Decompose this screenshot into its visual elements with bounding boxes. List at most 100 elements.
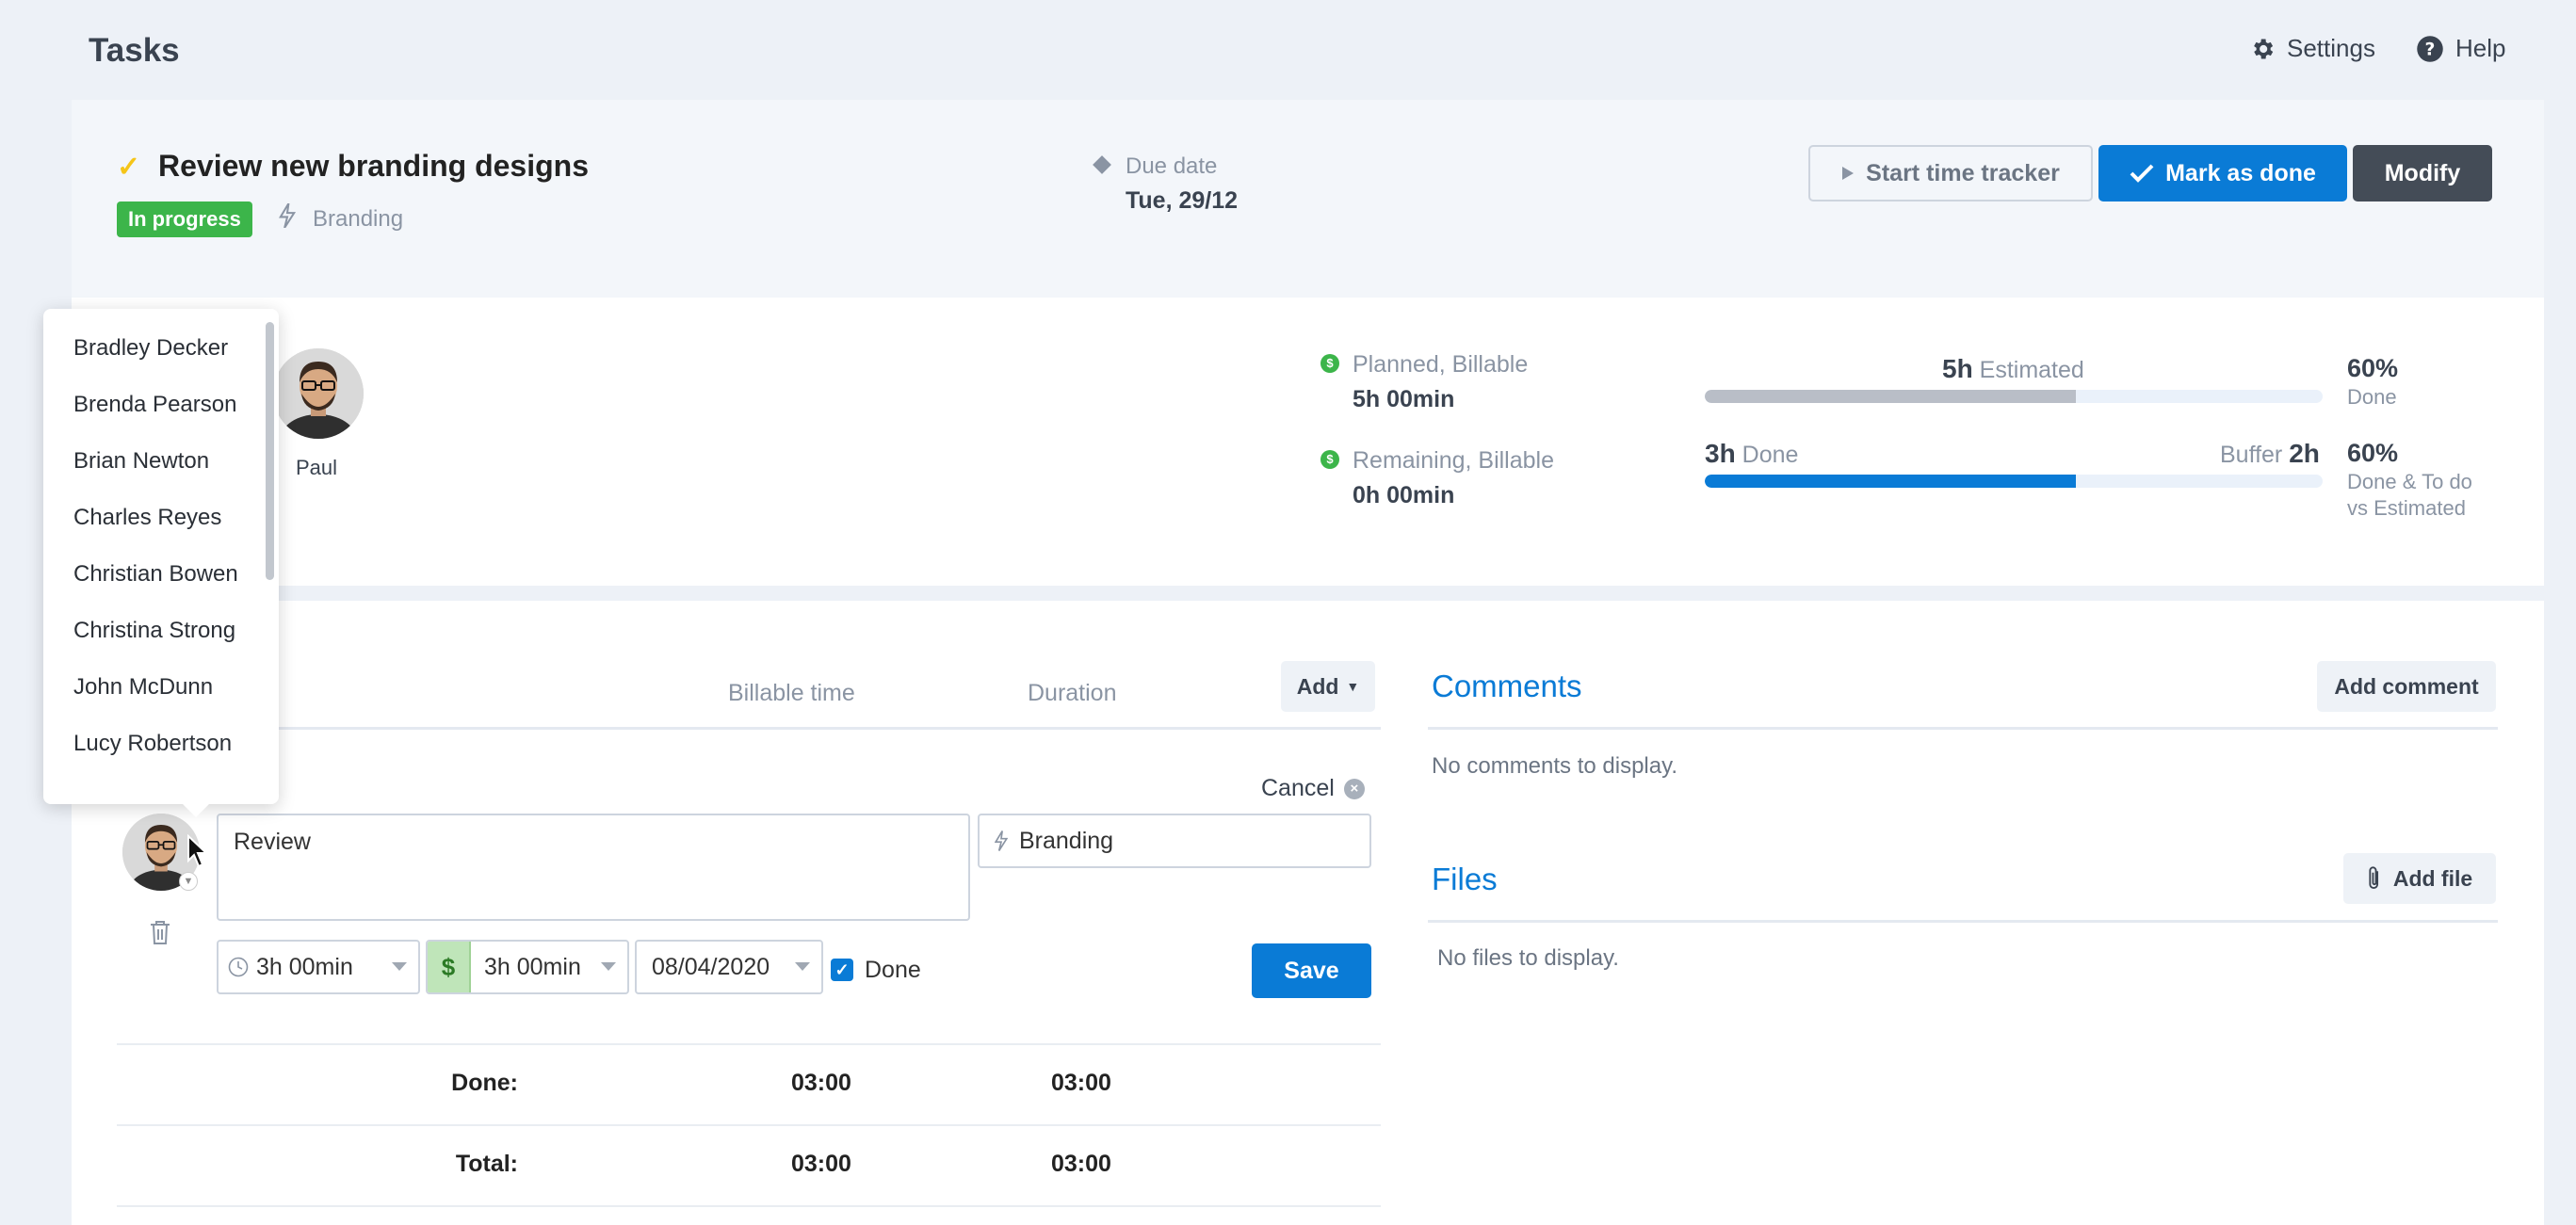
remaining-label: Remaining, Billable xyxy=(1353,447,1555,474)
dropdown-item[interactable]: John McDunn xyxy=(73,674,213,701)
cancel-label: Cancel xyxy=(1261,775,1335,801)
divider xyxy=(117,1205,1381,1207)
billable-time-select[interactable]: $ 3h 00min xyxy=(426,940,629,994)
gear-icon xyxy=(2254,39,2274,58)
summary-total-billable: 03:00 xyxy=(791,1151,851,1177)
trash-icon[interactable] xyxy=(149,919,171,945)
comments-empty-text: No comments to display. xyxy=(1432,753,1677,779)
bolt-icon xyxy=(995,830,1008,851)
divider xyxy=(117,1043,1381,1045)
done-bar xyxy=(1705,475,2323,488)
project-input-value: Branding xyxy=(1019,827,1114,854)
estimated-bar xyxy=(1705,390,2323,403)
summary-total-duration: 03:00 xyxy=(1051,1151,1111,1177)
summary-done-duration: 03:00 xyxy=(1051,1070,1111,1096)
paperclip-icon xyxy=(2369,866,2378,890)
billable-toggle[interactable]: $ xyxy=(428,942,471,992)
date-select[interactable]: 08/04/2020 xyxy=(635,940,823,994)
divider xyxy=(1428,920,2498,923)
help-icon: ? xyxy=(2417,35,2443,62)
estimated-bar-fill xyxy=(1705,390,2076,403)
add-entry-label: Add xyxy=(1296,673,1339,699)
add-file-label: Add file xyxy=(2392,865,2473,891)
due-date-value: Tue, 29/12 xyxy=(1126,187,1239,214)
billable-value: 3h 00min xyxy=(484,953,581,980)
settings-label: Settings xyxy=(2287,34,2375,62)
modify-button[interactable]: Modify xyxy=(2353,145,2492,201)
estimated-caption: 5h Estimated xyxy=(1942,354,2084,384)
dollar-icon: $ xyxy=(1320,450,1339,469)
divider xyxy=(117,727,1381,730)
project-input[interactable]: Branding xyxy=(978,814,1371,868)
pct-done: 60% xyxy=(2347,354,2399,382)
caret-down-icon: ▼ xyxy=(1346,679,1360,694)
due-date-label: Due date xyxy=(1126,153,1218,179)
dropdown-scrollbar[interactable] xyxy=(266,322,274,580)
mark-done-button[interactable]: Mark as done xyxy=(2098,145,2347,201)
done-caption-label: Done xyxy=(1742,442,1799,468)
cancel-button[interactable]: Cancel × xyxy=(1261,775,1365,802)
caret-down-icon xyxy=(795,962,810,971)
planned-value: 5h 00min xyxy=(1353,386,1455,412)
add-comment-button[interactable]: Add comment xyxy=(2317,661,2496,712)
person-avatar-image xyxy=(273,348,364,439)
stats-card xyxy=(72,298,2544,586)
summary-done-label: Done: xyxy=(451,1070,518,1096)
add-entry-button[interactable]: Add ▼ xyxy=(1281,661,1375,712)
divider xyxy=(1428,727,2498,730)
done-checkbox-label[interactable]: Done xyxy=(865,957,921,984)
done-value: 3h xyxy=(1705,439,1736,468)
clock-icon xyxy=(228,957,249,977)
user-dropdown: Bradley Decker Brenda Pearson Brian Newt… xyxy=(43,309,279,817)
dropdown-item[interactable]: Christina Strong xyxy=(73,618,235,644)
save-button[interactable]: Save xyxy=(1252,943,1371,998)
close-icon: × xyxy=(1343,778,1365,799)
dollar-icon: $ xyxy=(1320,354,1339,373)
settings-link[interactable]: Settings xyxy=(2249,34,2375,63)
pct-todo: 60% xyxy=(2347,439,2399,467)
description-input[interactable]: Review xyxy=(217,814,970,921)
dropdown-item[interactable]: Christian Bowen xyxy=(73,561,238,588)
help-label: Help xyxy=(2455,34,2506,62)
start-tracker-button[interactable]: Start time tracker xyxy=(1808,145,2093,201)
done-bar-fill xyxy=(1705,475,2076,488)
estimated-label: Estimated xyxy=(1979,357,2084,383)
app-title: Tasks xyxy=(89,32,180,69)
avatar[interactable] xyxy=(273,348,364,439)
remaining-value: 0h 00min xyxy=(1353,482,1455,508)
dropdown-item[interactable]: Brenda Pearson xyxy=(73,392,236,418)
column-header-duration: Duration xyxy=(1028,680,1117,706)
dropdown-item[interactable]: Brian Newton xyxy=(73,448,209,475)
summary-total-label: Total: xyxy=(455,1151,518,1177)
checkmark-icon xyxy=(2130,164,2154,183)
files-heading: Files xyxy=(1432,862,1498,896)
mark-done-label: Mark as done xyxy=(2165,159,2316,186)
buffer-value: 2h xyxy=(2289,439,2320,468)
bolt-icon xyxy=(279,203,296,228)
pct-todo-label: Done & To do xyxy=(2347,470,2472,493)
date-value: 08/04/2020 xyxy=(652,953,770,980)
divider xyxy=(117,1124,1381,1126)
comments-heading: Comments xyxy=(1432,669,1582,703)
chevron-down-icon[interactable]: ▼ xyxy=(179,872,198,891)
pct-done-label: Done xyxy=(2347,385,2397,409)
project-name[interactable]: Branding xyxy=(313,206,403,233)
help-link[interactable]: ? Help xyxy=(2416,34,2505,63)
buffer-caption: Buffer 2h xyxy=(2220,439,2320,469)
mouse-cursor-icon xyxy=(187,834,209,868)
dropdown-item[interactable]: Charles Reyes xyxy=(73,505,221,531)
play-icon xyxy=(1842,167,1855,180)
check-icon: ✓ xyxy=(117,152,141,183)
done-checkbox[interactable]: ✓ xyxy=(831,959,853,981)
summary-done-billable: 03:00 xyxy=(791,1070,851,1096)
caret-down-icon xyxy=(601,962,616,971)
duration-value: 3h 00min xyxy=(256,953,353,980)
caret-down-icon xyxy=(392,962,407,971)
dropdown-item[interactable]: Bradley Decker xyxy=(73,335,228,362)
dropdown-item[interactable]: Lucy Robertson xyxy=(73,731,232,757)
planned-label: Planned, Billable xyxy=(1353,351,1529,378)
add-file-button[interactable]: Add file xyxy=(2343,853,2496,904)
files-empty-text: No files to display. xyxy=(1437,945,1619,971)
estimated-value: 5h xyxy=(1942,354,1973,383)
duration-select[interactable]: 3h 00min xyxy=(217,940,420,994)
